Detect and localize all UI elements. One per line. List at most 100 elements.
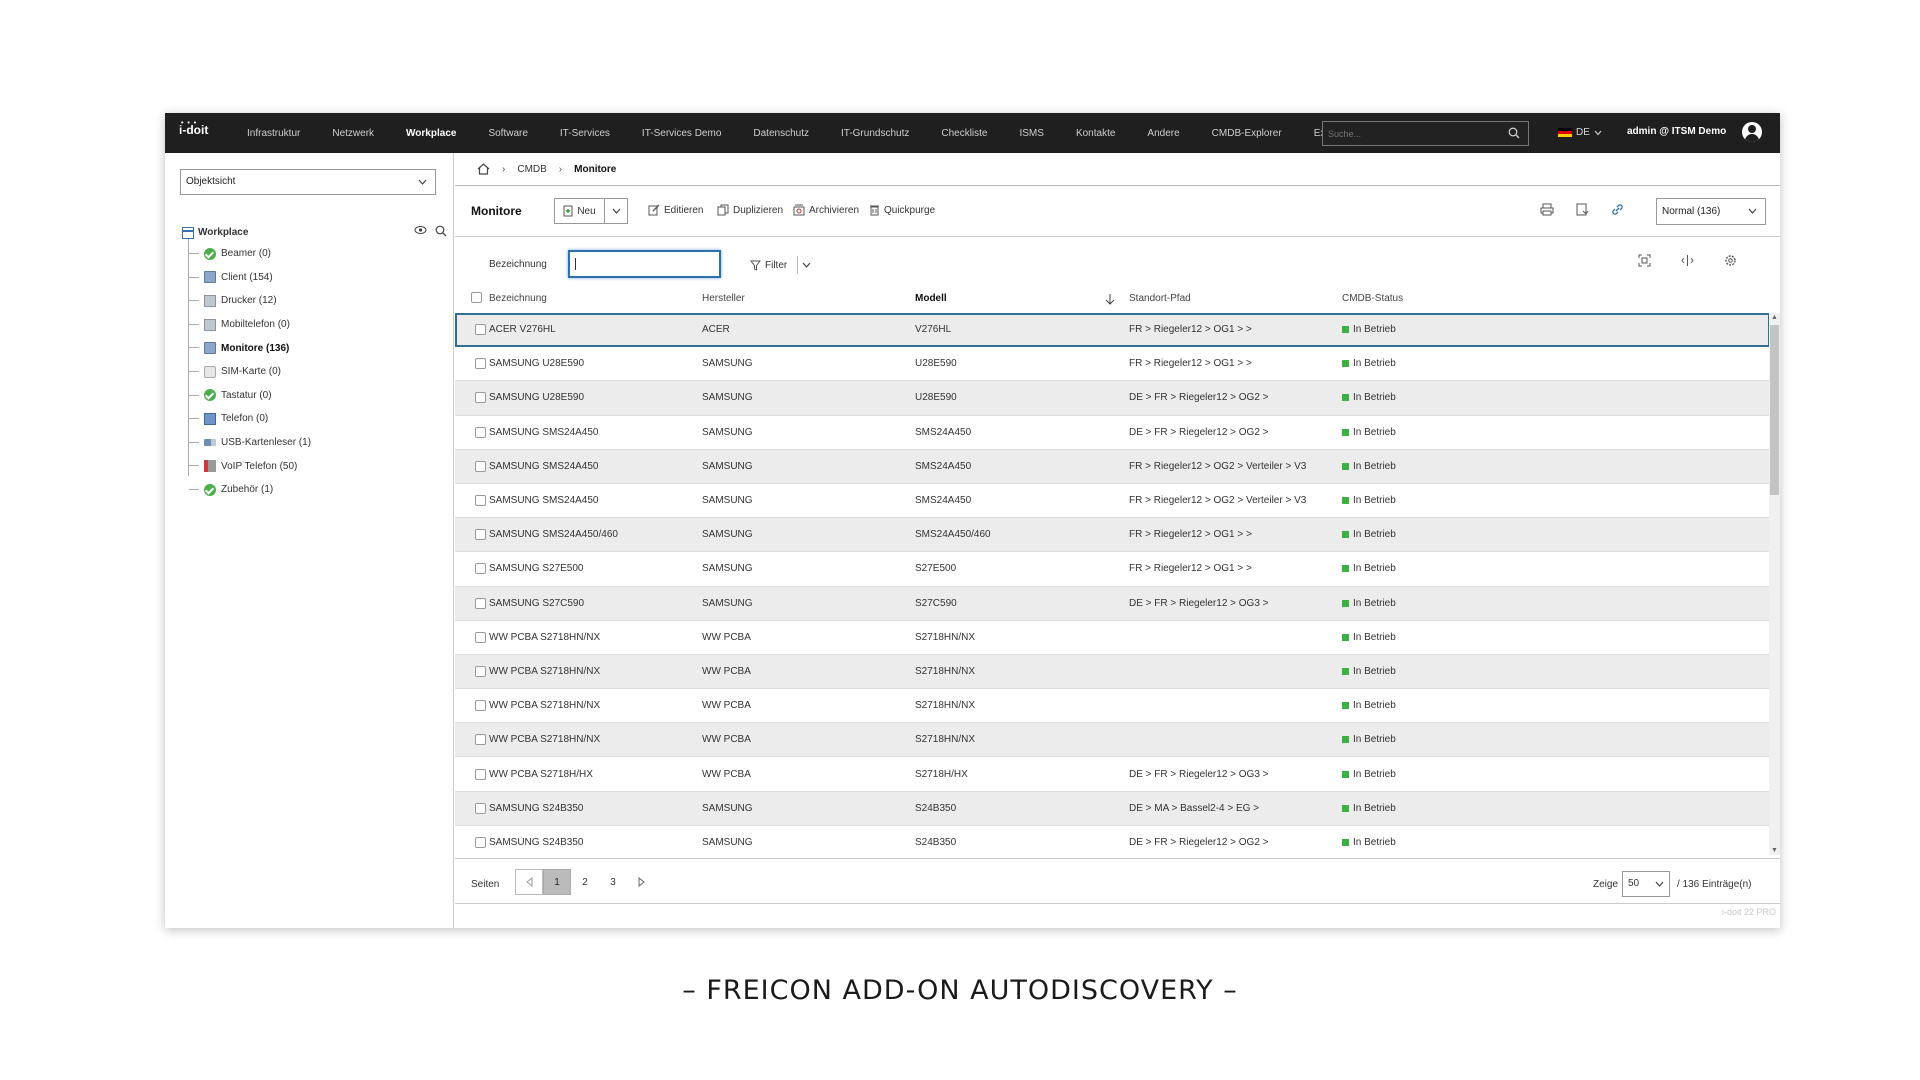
- column-header-hersteller[interactable]: Hersteller: [702, 293, 745, 304]
- column-header-bezeichnung[interactable]: Bezeichnung: [489, 293, 547, 304]
- tree-item-zubehör[interactable]: Zubehör (1): [182, 478, 452, 502]
- scroll-down-icon[interactable]: ▼: [1771, 847, 1778, 854]
- table-row[interactable]: WW PCBA S2718HN/NX WW PCBA S2718HN/NX In Be…: [455, 689, 1770, 724]
- nav-item-it-grundschutz[interactable]: IT-Grundschutz: [825, 128, 925, 139]
- edit-button[interactable]: Editieren: [648, 204, 703, 216]
- user-menu[interactable]: admin @ ITSM Demo: [1627, 126, 1726, 137]
- list-view-select[interactable]: Normal (136): [1656, 198, 1766, 225]
- idoit-logo[interactable]: • • • i-doit: [179, 120, 213, 141]
- page-2-button[interactable]: 2: [571, 869, 599, 895]
- new-button[interactable]: Neu: [555, 199, 605, 223]
- row-checkbox[interactable]: [475, 631, 486, 643]
- table-row[interactable]: WW PCBA S2718HN/NX WW PCBA S2718HN/NX In Be…: [455, 621, 1770, 655]
- cell-bezeichnung[interactable]: SAMSUNG S27C590: [489, 598, 584, 609]
- filter-input[interactable]: [568, 250, 721, 278]
- archive-button[interactable]: Archivieren: [793, 204, 859, 216]
- nav-item-kontakte[interactable]: Kontakte: [1060, 128, 1131, 139]
- table-row[interactable]: SAMSUNG S27E500 SAMSUNG S27E500 FR > Riegel…: [455, 552, 1770, 587]
- scrollbar-thumb[interactable]: [1770, 325, 1779, 495]
- home-icon[interactable]: [477, 163, 490, 175]
- column-header-standort-pfad[interactable]: Standort-Pfad: [1129, 293, 1191, 304]
- table-row[interactable]: SAMSUNG S24B350 SAMSUNG S24B350 DE > FR > R…: [455, 826, 1770, 855]
- table-row[interactable]: SAMSUNG SMS24A450 SAMSUNG SMS24A450 FR > Ri…: [455, 484, 1770, 519]
- user-avatar-icon[interactable]: [1742, 122, 1762, 142]
- tree-item-tastatur[interactable]: Tastatur (0): [182, 384, 452, 408]
- row-checkbox[interactable]: [475, 597, 486, 609]
- tree-item-drucker[interactable]: Drucker (12): [182, 289, 452, 313]
- nav-item-isms[interactable]: ISMS: [1003, 128, 1059, 139]
- tree-item-mobiltelefon[interactable]: Mobiltelefon (0): [182, 313, 452, 337]
- row-checkbox[interactable]: [475, 529, 486, 541]
- row-checkbox[interactable]: [475, 802, 486, 814]
- language-selector[interactable]: DE: [1558, 127, 1602, 138]
- nav-item-andere[interactable]: Andere: [1131, 128, 1195, 139]
- column-header-cmdb-status[interactable]: CMDB-Status: [1342, 293, 1403, 304]
- row-checkbox[interactable]: [475, 324, 486, 336]
- link-icon[interactable]: [1611, 203, 1624, 216]
- cell-bezeichnung[interactable]: WW PCBA S2718H/HX: [489, 769, 593, 780]
- tree-item-sim-karte[interactable]: SIM-Karte (0): [182, 360, 452, 384]
- nav-item-checkliste[interactable]: Checkliste: [925, 128, 1003, 139]
- tree-root-workplace[interactable]: Workplace: [182, 223, 452, 242]
- row-checkbox[interactable]: [475, 734, 486, 746]
- cell-bezeichnung[interactable]: SAMSUNG SMS24A450: [489, 495, 599, 506]
- sort-desc-icon[interactable]: [1105, 293, 1115, 305]
- page-3-button[interactable]: 3: [599, 869, 627, 895]
- cell-bezeichnung[interactable]: SAMSUNG SMS24A450: [489, 461, 599, 472]
- eye-icon[interactable]: [414, 225, 427, 235]
- cell-bezeichnung[interactable]: WW PCBA S2718HN/NX: [489, 700, 600, 711]
- nav-item-software[interactable]: Software: [472, 128, 543, 139]
- row-checkbox[interactable]: [475, 700, 486, 712]
- view-select[interactable]: Objektsicht: [180, 169, 436, 195]
- row-checkbox[interactable]: [475, 563, 486, 575]
- tree-item-monitore[interactable]: Monitore (136): [182, 336, 452, 360]
- row-checkbox[interactable]: [475, 665, 486, 677]
- table-scrollbar[interactable]: ▲ ▼: [1769, 313, 1780, 855]
- table-row[interactable]: WW PCBA S2718HN/NX WW PCBA S2718HN/NX In Be…: [455, 654, 1770, 690]
- cell-bezeichnung[interactable]: SAMSUNG SMS24A450: [489, 427, 599, 438]
- fullscreen-icon[interactable]: [1638, 254, 1651, 267]
- table-row[interactable]: SAMSUNG SMS24A450/460 SAMSUNG SMS24A450/46…: [455, 518, 1770, 553]
- page-size-select[interactable]: 50: [1622, 871, 1670, 897]
- export-icon[interactable]: [1576, 203, 1589, 216]
- column-width-icon[interactable]: [1681, 254, 1694, 267]
- cell-bezeichnung[interactable]: ACER V276HL: [489, 324, 556, 335]
- prev-page-button[interactable]: [515, 869, 543, 895]
- nav-item-infrastruktur[interactable]: Infrastruktur: [231, 128, 316, 139]
- nav-item-cmdb-explorer[interactable]: CMDB-Explorer: [1196, 128, 1298, 139]
- nav-item-datenschutz[interactable]: Datenschutz: [737, 128, 825, 139]
- cell-bezeichnung[interactable]: SAMSUNG S27E500: [489, 563, 584, 574]
- gear-icon[interactable]: [1724, 254, 1737, 267]
- chevron-down-icon[interactable]: [802, 262, 811, 268]
- nav-item-netzwerk[interactable]: Netzwerk: [316, 128, 390, 139]
- row-checkbox[interactable]: [475, 768, 486, 780]
- nav-item-workplace[interactable]: Workplace: [390, 128, 472, 139]
- tree-item-usb-kartenleser[interactable]: USB-Kartenleser (1): [182, 431, 452, 455]
- table-row[interactable]: ACER V276HL ACER V276HL FR > Riegeler12 > O…: [455, 313, 1770, 348]
- next-page-button[interactable]: [627, 869, 655, 895]
- print-icon[interactable]: [1540, 203, 1554, 216]
- row-checkbox[interactable]: [475, 358, 486, 370]
- cell-bezeichnung[interactable]: WW PCBA S2718HN/NX: [489, 734, 600, 745]
- table-row[interactable]: WW PCBA S2718H/HX WW PCBA S2718H/HX DE > FR…: [455, 757, 1770, 792]
- tree-search-icon[interactable]: [435, 225, 447, 237]
- duplicate-button[interactable]: Duplizieren: [717, 204, 783, 216]
- filter-button[interactable]: Filter: [750, 256, 811, 274]
- row-checkbox[interactable]: [475, 392, 486, 404]
- breadcrumb-cmdb[interactable]: CMDB: [517, 164, 546, 175]
- row-checkbox[interactable]: [475, 495, 486, 507]
- select-all-checkbox[interactable]: [471, 292, 482, 303]
- table-row[interactable]: SAMSUNG S27C590 SAMSUNG S27C590 DE > FR > R…: [455, 586, 1770, 621]
- search-icon[interactable]: [1508, 127, 1520, 139]
- column-header-modell[interactable]: Modell: [915, 293, 947, 304]
- table-row[interactable]: SAMSUNG S24B350 SAMSUNG S24B350 DE > MA > B…: [455, 791, 1770, 826]
- row-checkbox[interactable]: [475, 426, 486, 438]
- cell-bezeichnung[interactable]: SAMSUNG SMS24A450/460: [489, 529, 618, 540]
- table-row[interactable]: SAMSUNG SMS24A450 SAMSUNG SMS24A450 FR > Ri…: [455, 449, 1770, 484]
- tree-item-beamer[interactable]: Beamer (0): [182, 242, 452, 266]
- table-row[interactable]: SAMSUNG SMS24A450 SAMSUNG SMS24A450 DE > FR…: [455, 416, 1770, 450]
- quickpurge-button[interactable]: Quickpurge: [869, 204, 935, 216]
- cell-bezeichnung[interactable]: SAMSUNG U28E590: [489, 358, 584, 369]
- scroll-up-icon[interactable]: ▲: [1771, 314, 1778, 321]
- cell-bezeichnung[interactable]: WW PCBA S2718HN/NX: [489, 632, 600, 643]
